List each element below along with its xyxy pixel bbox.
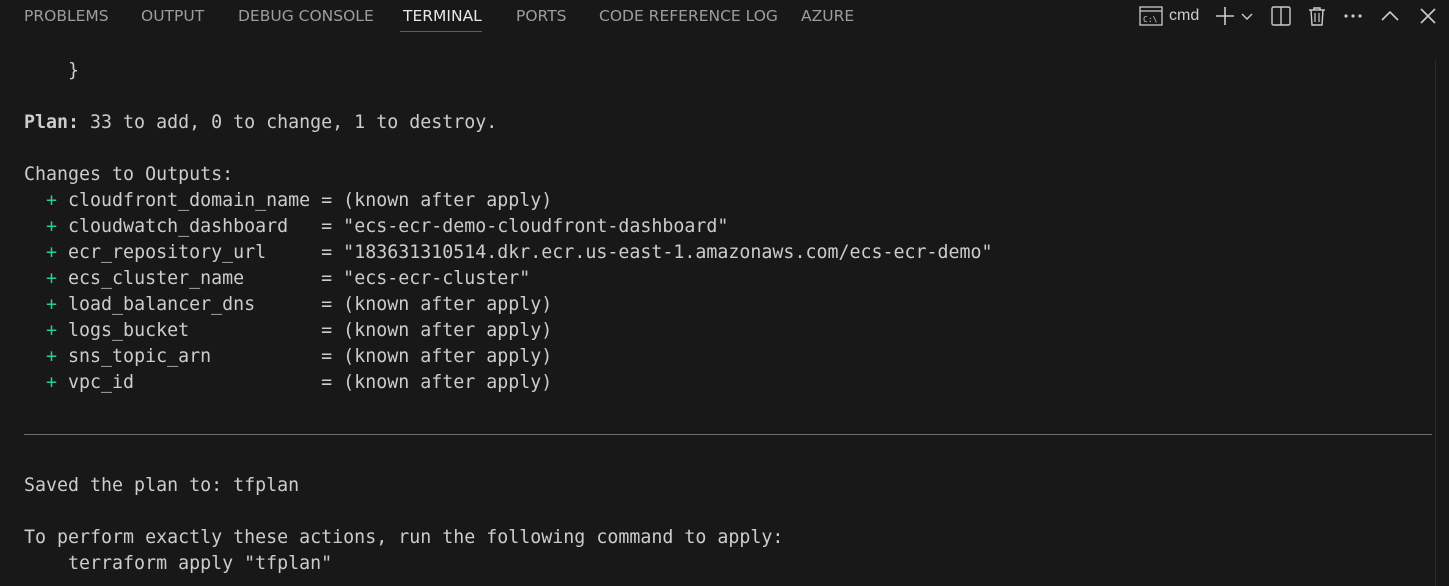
terminal-selector-button[interactable]: C:\ cmd (1139, 4, 1199, 28)
output-change-line: + sns_topic_arn = (known after apply) (24, 344, 1434, 370)
output-change-text: logs_bucket = (known after apply) (68, 320, 553, 341)
split-terminal-button[interactable] (1269, 4, 1293, 28)
outputs-header: Changes to Outputs: (24, 164, 234, 185)
tab-ports[interactable]: PORTS (516, 0, 567, 33)
output-change-text: sns_topic_arn = (known after apply) (68, 346, 553, 367)
apply-command-line: terraform apply "tfplan" (24, 553, 333, 574)
output-change-line: + ecr_repository_url = "183631310514.dkr… (24, 240, 1434, 266)
tab-debug-console[interactable]: DEBUG CONSOLE (238, 0, 374, 33)
output-change-text: load_balancer_dns = (known after apply) (68, 294, 553, 315)
tab-output[interactable]: OUTPUT (141, 0, 204, 33)
tab-terminal[interactable]: TERMINAL (403, 0, 482, 33)
new-terminal-button[interactable] (1213, 4, 1237, 28)
terminal-scrollbar[interactable] (1435, 60, 1449, 586)
tab-code-reference-log[interactable]: CODE REFERENCE LOG (599, 0, 778, 33)
output-change-text: ecs_cluster_name = "ecs-ecr-cluster" (68, 268, 531, 289)
output-change-text: cloudfront_domain_name = (known after ap… (68, 190, 553, 211)
chevron-down-icon (1240, 9, 1254, 23)
tab-azure[interactable]: AZURE (801, 0, 854, 33)
added-marker: + (24, 268, 69, 289)
added-marker: + (24, 346, 69, 367)
plus-icon (1214, 5, 1236, 27)
active-tab-indicator (400, 31, 482, 32)
svg-text:C:\: C:\ (1143, 15, 1158, 24)
added-marker: + (24, 242, 69, 263)
added-marker: + (24, 320, 69, 341)
close-icon (1417, 5, 1439, 27)
more-actions-button[interactable] (1341, 4, 1365, 28)
terminal-launch-profile-button[interactable] (1239, 4, 1255, 28)
output-change-text: cloudwatch_dashboard = "ecs-ecr-demo-clo… (68, 216, 729, 237)
plan-label: Plan: (24, 112, 80, 133)
terminal-line: } (24, 60, 80, 81)
tab-problems[interactable]: PROBLEMS (24, 0, 109, 33)
maximize-panel-button[interactable] (1378, 4, 1402, 28)
output-change-text: ecr_repository_url = "183631310514.dkr.e… (68, 242, 993, 263)
plan-summary-line: Plan: 33 to add, 0 to change, 1 to destr… (24, 110, 1434, 136)
output-change-text: vpc_id = (known after apply) (68, 372, 553, 393)
kill-terminal-button[interactable] (1305, 4, 1329, 28)
terminal-output[interactable]: } Plan: 33 to add, 0 to change, 1 to des… (24, 58, 1434, 577)
output-change-line: + ecs_cluster_name = "ecs-ecr-cluster" (24, 266, 1434, 292)
plan-summary-text: 33 to add, 0 to change, 1 to destroy. (79, 112, 498, 133)
perform-instructions-line: To perform exactly these actions, run th… (24, 527, 784, 548)
saved-plan-line: Saved the plan to: tfplan (24, 475, 300, 496)
close-panel-button[interactable] (1416, 4, 1440, 28)
trash-icon (1306, 5, 1328, 27)
output-change-line: + cloudwatch_dashboard = "ecs-ecr-demo-c… (24, 214, 1434, 240)
panel-tab-bar: PROBLEMS OUTPUT DEBUG CONSOLE TERMINAL P… (0, 0, 1449, 35)
output-change-line: + logs_bucket = (known after apply) (24, 318, 1434, 344)
ellipsis-icon (1342, 5, 1364, 27)
output-change-line: + cloudfront_domain_name = (known after … (24, 188, 1434, 214)
added-marker: + (24, 294, 69, 315)
split-editor-icon (1270, 5, 1292, 27)
added-marker: + (24, 372, 69, 393)
added-marker: + (24, 190, 69, 211)
terminal-name: cmd (1169, 7, 1200, 24)
separator-rule (24, 434, 1432, 435)
chevron-up-icon (1379, 5, 1401, 27)
cmd-terminal-icon: C:\ (1139, 5, 1163, 27)
output-change-line: + load_balancer_dns = (known after apply… (24, 292, 1434, 318)
added-marker: + (24, 216, 69, 237)
output-change-line: + vpc_id = (known after apply) (24, 370, 1434, 396)
